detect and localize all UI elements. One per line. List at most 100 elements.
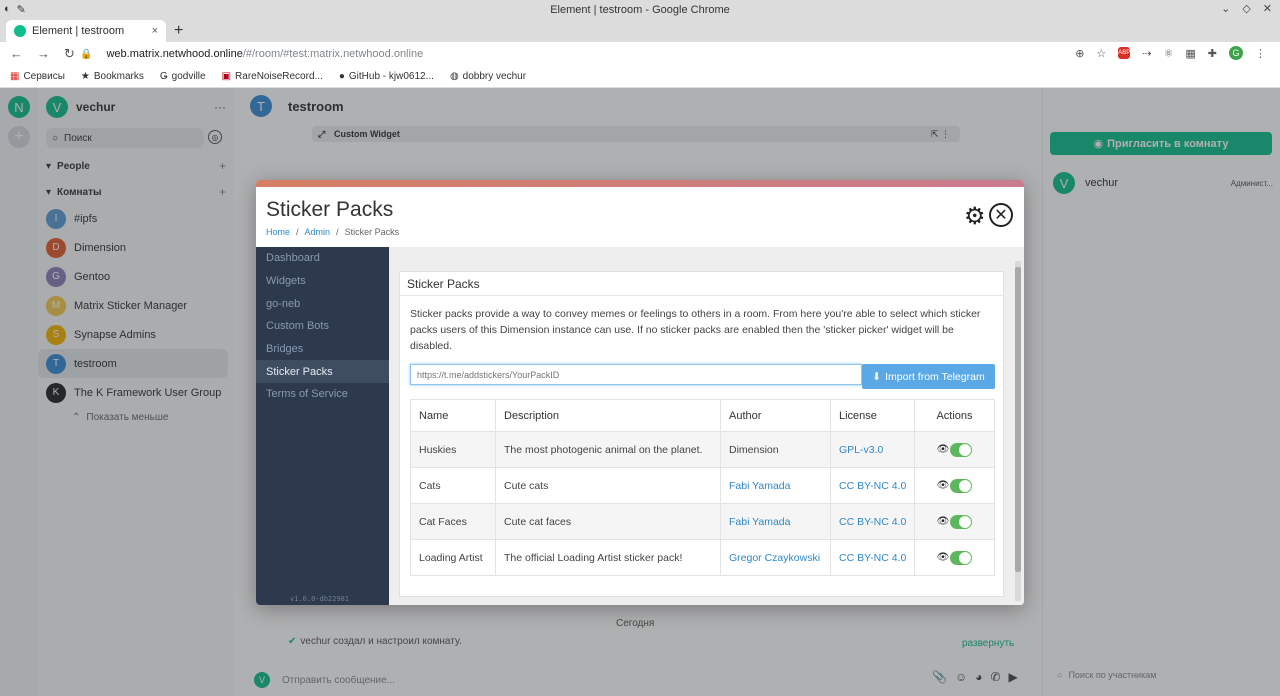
pack-enabled-toggle[interactable]: [950, 478, 973, 493]
pack-license-cell-text[interactable]: CC BY-NC 4.0: [839, 516, 906, 528]
sidebar-item-sticker-packs[interactable]: Sticker Packs: [256, 360, 389, 384]
adblock-icon[interactable]: ABP: [1118, 47, 1130, 59]
telegram-pack-url-input[interactable]: [410, 364, 862, 385]
reload-icon[interactable]: ↻: [64, 46, 75, 62]
bookmark-item[interactable]: ● GitHub - kjw0612...: [339, 71, 434, 82]
preview-eye-icon[interactable]: 👁: [937, 480, 950, 491]
download-icon: ⬇: [872, 370, 882, 383]
pack-name-cell: Huskies: [410, 431, 496, 468]
pack-license-cell[interactable]: GPL-v3.0: [830, 431, 915, 468]
sidebar-item-dashboard[interactable]: Dashboard: [256, 247, 389, 270]
pack-license-cell-text[interactable]: CC BY-NC 4.0: [839, 552, 906, 564]
preview-eye-icon[interactable]: 👁: [937, 516, 950, 527]
sidebar-item-go-neb[interactable]: go-neb: [256, 292, 389, 315]
extension-arrow-icon[interactable]: ⇢: [1142, 47, 1151, 60]
table-header-row: Name Description Author License Actions: [410, 399, 995, 432]
sidebar-item-widgets[interactable]: Widgets: [256, 270, 389, 293]
tab-strip: Element | testroom × +: [0, 20, 1280, 42]
site-info-icon[interactable]: 🔒: [80, 49, 92, 60]
pack-description-cell: Cute cats: [495, 467, 721, 504]
menu-kebab-icon[interactable]: ⋮: [1255, 47, 1266, 60]
import-from-telegram-button[interactable]: ⬇ Import from Telegram: [862, 364, 995, 389]
admin-content: Sticker Packs Sticker packs provide a wa…: [389, 247, 1024, 605]
pack-author-cell[interactable]: Fabi Yamada: [720, 503, 831, 540]
pack-author-cell[interactable]: Gregor Czaykowski: [720, 539, 831, 576]
new-tab-button[interactable]: +: [174, 22, 183, 40]
tab-title: Element | testroom: [32, 25, 125, 37]
pack-license-cell[interactable]: CC BY-NC 4.0: [830, 503, 915, 540]
bookmark-item[interactable]: ★ Bookmarks: [81, 71, 144, 82]
pack-author-cell-text[interactable]: Fabi Yamada: [729, 516, 790, 528]
github-icon: ●: [338, 71, 345, 82]
globe-icon: ◍: [449, 71, 459, 82]
window-title: Element | testroom - Google Chrome: [550, 4, 730, 16]
react-devtools-icon[interactable]: ⚛: [1164, 47, 1174, 60]
breadcrumb: Home / Admin / Sticker Packs: [266, 227, 400, 237]
sticker-packs-card: Sticker Packs Sticker packs provide a wa…: [399, 271, 1004, 597]
apps-grid-icon: ▦: [10, 71, 20, 82]
table-row: Cats Cute cats Fabi Yamada CC BY-NC 4.0 👁: [410, 467, 995, 504]
window-menu[interactable]: ◐ ✎: [4, 3, 26, 16]
sidebar-item-bridges[interactable]: Bridges: [256, 338, 389, 361]
bookmark-item[interactable]: Ǥgodville: [160, 71, 206, 82]
content-scrollbar[interactable]: [1015, 261, 1021, 601]
column-header-description: Description: [495, 399, 721, 432]
back-icon[interactable]: ←: [10, 46, 23, 62]
install-icon[interactable]: ⊕: [1075, 47, 1084, 60]
preview-eye-icon[interactable]: 👁: [937, 552, 950, 563]
pack-actions-cell: 👁: [914, 503, 995, 540]
pack-description-cell-text: Cute cats: [504, 479, 549, 492]
pack-license-cell[interactable]: CC BY-NC 4.0: [830, 539, 915, 576]
pack-description-cell-text: The official Loading Artist sticker pack…: [504, 551, 683, 564]
pack-enabled-toggle[interactable]: [950, 514, 973, 529]
sidebar-item-custom-bots[interactable]: Custom Bots: [256, 315, 389, 338]
pack-description-cell-text: The most photogenic animal on the planet…: [504, 443, 703, 456]
pack-name-cell: Cat Faces: [410, 503, 496, 540]
address-bar[interactable]: web.matrix.netwhood.online/#/room/#test:…: [106, 48, 423, 60]
pack-enabled-toggle[interactable]: [950, 550, 973, 565]
browser-tab[interactable]: Element | testroom ×: [6, 20, 166, 42]
scrollbar-thumb[interactable]: [1015, 267, 1021, 572]
pack-license-cell-text[interactable]: CC BY-NC 4.0: [839, 480, 906, 492]
bookmark-item[interactable]: ▦ Сервисы: [10, 71, 65, 82]
pack-description-cell: The official Loading Artist sticker pack…: [495, 539, 721, 576]
table-row: Cat Faces Cute cat faces Fabi Yamada CC BY-…: [410, 503, 995, 540]
window-titlebar: ◐ ✎ Element | testroom - Google Chrome ⌄…: [0, 0, 1280, 20]
table-row: Huskies The most photogenic animal on the…: [410, 431, 995, 468]
minimize-icon[interactable]: ⌄: [1221, 2, 1230, 15]
modal-title: Sticker Packs: [266, 198, 394, 221]
extension-grid-icon[interactable]: ▦: [1185, 47, 1195, 60]
preview-eye-icon[interactable]: 👁: [937, 444, 950, 455]
pack-license-cell-text[interactable]: GPL-v3.0: [839, 444, 883, 456]
record-label-icon: ▣: [221, 71, 232, 82]
app-icon: ◐: [4, 3, 11, 15]
bookmark-star-icon[interactable]: ☆: [1096, 47, 1106, 60]
breadcrumb-home[interactable]: Home: [266, 227, 290, 237]
browser-toolbar: ← → ↻ 🔒 web.matrix.netwhood.online/#/roo…: [0, 42, 1280, 66]
maximize-icon[interactable]: ◇: [1242, 2, 1250, 15]
pack-name-cell: Cats: [410, 467, 496, 504]
close-icon[interactable]: ✕: [989, 203, 1013, 227]
pack-author-cell[interactable]: Fabi Yamada: [720, 467, 831, 504]
pack-enabled-toggle[interactable]: [950, 442, 973, 457]
pack-name-cell: Loading Artist: [410, 539, 496, 576]
url-path: /#/room/#test:matrix.netwhood.online: [242, 48, 424, 60]
sidebar-item-terms-of-service[interactable]: Terms of Service: [256, 383, 389, 406]
column-header-name: Name: [410, 399, 496, 432]
breadcrumb-admin[interactable]: Admin: [305, 227, 331, 237]
pin-icon[interactable]: ✎: [17, 3, 26, 16]
pack-license-cell[interactable]: CC BY-NC 4.0: [830, 467, 915, 504]
close-window-icon[interactable]: ✕: [1263, 2, 1272, 15]
extensions-puzzle-icon[interactable]: ✚: [1208, 47, 1217, 60]
tab-close-icon[interactable]: ×: [152, 25, 158, 37]
bookmark-item[interactable]: ◍ dobbry vechur: [450, 71, 526, 82]
pack-author-cell-text[interactable]: Fabi Yamada: [729, 480, 790, 492]
pack-author-cell-text[interactable]: Gregor Czaykowski: [729, 552, 820, 564]
profile-avatar[interactable]: G: [1229, 46, 1243, 60]
url-host: web.matrix.netwhood.online: [106, 48, 243, 60]
star-icon: ★: [80, 71, 90, 82]
bookmark-item[interactable]: ▣ RareNoiseRecord...: [222, 71, 323, 82]
pack-name-cell-text: Cats: [419, 479, 441, 492]
forward-icon[interactable]: →: [37, 46, 50, 62]
gear-icon[interactable]: ⚙: [964, 202, 986, 231]
